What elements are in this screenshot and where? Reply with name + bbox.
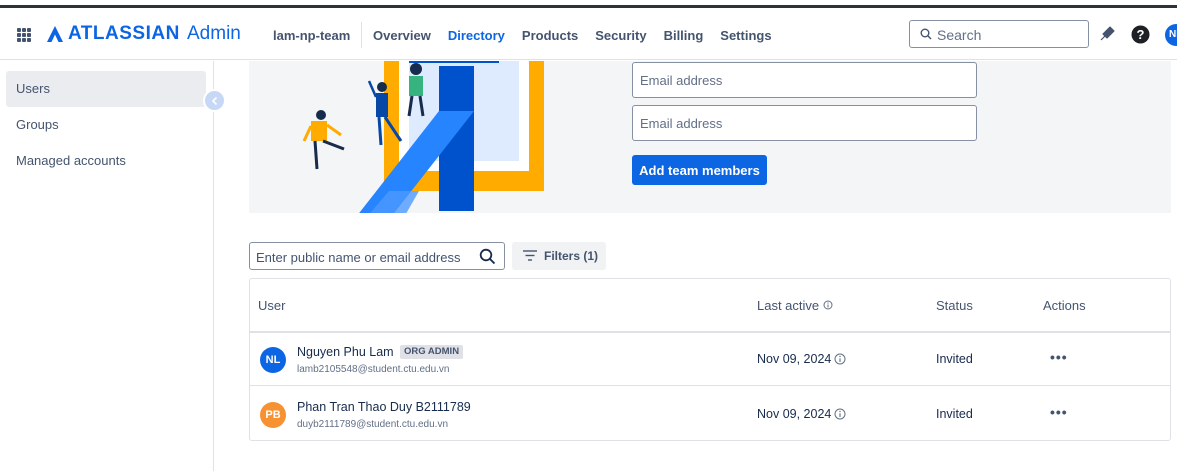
sidebar-item-users[interactable]: Users <box>6 71 206 107</box>
user-email: duyb2111789@student.ctu.edu.vn <box>297 419 449 430</box>
filters-label: Filters (1) <box>544 249 599 263</box>
column-header-status: Status <box>936 298 973 313</box>
search-icon <box>920 28 932 40</box>
app-switcher-icon[interactable] <box>17 28 31 42</box>
sidebar-item-groups[interactable]: Groups <box>6 107 206 143</box>
svg-text:?: ? <box>1137 27 1145 42</box>
info-icon[interactable] <box>834 353 846 365</box>
team-illustration <box>302 61 544 213</box>
help-icon[interactable]: ? <box>1131 25 1150 44</box>
email-field-1[interactable] <box>632 62 977 98</box>
nav-settings[interactable]: Settings <box>720 28 771 43</box>
brand-subtitle: Admin <box>187 23 241 44</box>
add-team-members-button[interactable]: Add team members <box>632 155 767 185</box>
sidebar-collapse-button[interactable] <box>203 89 226 112</box>
table-row: PB Phan Tran Thao Duy B2111789 duyb21117… <box>250 387 1170 441</box>
users-table: User Last active Status Actions NL Nguye… <box>249 278 1171 441</box>
column-header-actions: Actions <box>1043 298 1086 313</box>
status-badge: Invited <box>936 352 973 366</box>
user-search-input[interactable] <box>256 248 471 266</box>
sidebar-item-managed-accounts[interactable]: Managed accounts <box>6 143 206 179</box>
email-field-2[interactable] <box>632 105 977 141</box>
last-active-date: Nov 09, 2024 <box>757 407 832 421</box>
chevron-left-icon <box>211 96 218 106</box>
nav-security[interactable]: Security <box>595 28 646 43</box>
column-header-last-active[interactable]: Last active <box>757 298 819 313</box>
status-badge: Invited <box>936 407 973 421</box>
email-input-1[interactable] <box>633 63 976 97</box>
nav-billing[interactable]: Billing <box>664 28 704 43</box>
top-stripe <box>0 0 1177 8</box>
user-email: lamb2105548@student.ctu.edu.vn <box>297 364 450 375</box>
global-search-input[interactable] <box>937 26 1082 44</box>
nav-products[interactable]: Products <box>522 28 578 43</box>
header-divider <box>361 22 362 48</box>
table-row: NL Nguyen Phu Lam ORG ADMIN lamb2105548@… <box>250 332 1170 386</box>
sidebar: Users Groups Managed accounts <box>0 61 214 471</box>
column-header-user: User <box>258 298 286 313</box>
filter-icon <box>523 250 537 261</box>
brand-name[interactable]: ATLASSIAN <box>68 23 180 45</box>
top-header: ATLASSIAN Admin lam-np-team Overview Dir… <box>0 8 1177 60</box>
more-actions-button[interactable]: ••• <box>1050 349 1068 365</box>
global-search[interactable] <box>909 20 1089 48</box>
org-admin-badge: ORG ADMIN <box>400 345 464 359</box>
info-icon[interactable] <box>834 408 846 420</box>
nav-overview[interactable]: Overview <box>373 28 431 43</box>
search-icon[interactable] <box>479 248 496 265</box>
avatar[interactable]: NL <box>260 347 286 373</box>
profile-avatar[interactable]: NL <box>1165 24 1177 46</box>
user-name[interactable]: Phan Tran Thao Duy B2111789 <box>297 400 471 414</box>
org-switcher[interactable]: lam-np-team <box>273 28 350 43</box>
filters-button[interactable]: Filters (1) <box>512 242 606 270</box>
main-nav: Overview Directory Products Security Bil… <box>373 28 789 43</box>
info-icon[interactable] <box>823 300 833 310</box>
avatar[interactable]: PB <box>260 402 286 428</box>
more-actions-button[interactable]: ••• <box>1050 404 1068 420</box>
user-name[interactable]: Nguyen Phu Lam <box>297 345 394 359</box>
last-active-date: Nov 09, 2024 <box>757 352 832 366</box>
atlassian-logo-icon <box>47 26 63 42</box>
invite-panel: Add team members <box>249 61 1171 213</box>
nav-directory[interactable]: Directory <box>448 28 505 43</box>
email-input-2[interactable] <box>633 106 976 140</box>
notifications-icon[interactable] <box>1098 25 1116 43</box>
user-search[interactable] <box>249 242 505 270</box>
